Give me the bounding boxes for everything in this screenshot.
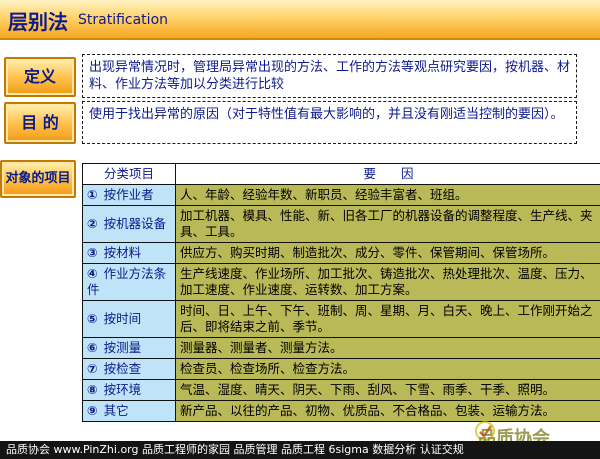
- category-cell: ① 按作业者: [82, 184, 176, 206]
- table-row: ④ 作业方法条件 生产线速度、作业场所、加工批次、铸造批次、热处理批次、温度、压力、…: [82, 263, 600, 301]
- objective-text: 使用于找出异常的原因（对于特性值有最大影响的，并且没有刚适当控制的要因）。: [82, 101, 577, 144]
- header-factor: 要 因: [175, 163, 600, 185]
- footer-bar[interactable]: 品质协会 www.PinZhi.org 品质工程师的家园 品质管理 品质工程 6…: [0, 441, 600, 459]
- table-row: ⑤ 按时间 时间、日、上午、下午、班制、周、星期、月、白天、晚上、工作刚开始之后、即…: [82, 300, 600, 338]
- page-title: 层别法: [8, 10, 68, 34]
- category-number: ③: [87, 245, 98, 260]
- category-number: ④: [87, 266, 98, 281]
- category-number: ⑤: [87, 311, 98, 326]
- factor-cell: 生产线速度、作业场所、加工批次、铸造批次、热处理批次、温度、压力、加工速度、作业…: [175, 263, 600, 301]
- category-number: ⑨: [87, 403, 98, 418]
- factor-cell: 新产品、以往的产品、初物、优质品、不合格品、包装、运输方法。: [175, 400, 600, 422]
- category-label: 按检查: [103, 361, 142, 376]
- factor-table: 分类项目 要 因 ① 按作业者 人、年龄、经验年数、新职员、经验丰富者、班组。 ② 按机…: [82, 163, 600, 422]
- category-label: 按机器设备: [103, 216, 167, 231]
- objective-button[interactable]: 目 的: [4, 102, 76, 144]
- category-cell: ② 按机器设备: [82, 205, 176, 243]
- category-label: 按测量: [103, 340, 142, 355]
- definition-text: 出现异常情况时，管理局异常出现的方法、工作的方法等观点研究要因，按机器、材料、作…: [82, 54, 577, 98]
- factor-cell: 气温、湿度、晴天、阴天、下雨、刮风、下雪、雨季、干季、照明。: [175, 379, 600, 401]
- factor-cell: 检查员、检查场所、检查方法。: [175, 358, 600, 380]
- table-row: ② 按机器设备 加工机器、模具、性能、新、旧各工厂的机器设备的调整程度、生产线、夹具…: [82, 205, 600, 243]
- category-cell: ⑦ 按检查: [82, 358, 176, 380]
- category-label: 按时间: [103, 311, 142, 326]
- table-row: ⑥ 按测量 测量器、测量者、测量方法。: [82, 337, 600, 359]
- category-number: ②: [87, 216, 98, 231]
- table-row: ⑨ 其它 新产品、以往的产品、初物、优质品、不合格品、包装、运输方法。: [82, 400, 600, 422]
- table-row: ⑦ 按检查 检查员、检查场所、检查方法。: [82, 358, 600, 380]
- category-number: ⑧: [87, 382, 98, 397]
- header-category: 分类项目: [82, 163, 176, 185]
- factor-cell: 加工机器、模具、性能、新、旧各工厂的机器设备的调整程度、生产线、夹具、工具。: [175, 205, 600, 243]
- target-items-button[interactable]: 对象的项目: [0, 160, 76, 198]
- category-cell: ⑧ 按环境: [82, 379, 176, 401]
- table-row: ③ 按材料 供应方、购买时期、制造批次、成分、零件、保管期间、保管场所。: [82, 242, 600, 264]
- category-cell: ③ 按材料: [82, 242, 176, 264]
- category-cell: ⑨ 其它: [82, 400, 176, 422]
- table-row: ⑧ 按环境 气温、湿度、晴天、阴天、下雨、刮风、下雪、雨季、干季、照明。: [82, 379, 600, 401]
- page-subtitle: Stratification: [78, 12, 169, 28]
- category-label: 其它: [103, 403, 129, 418]
- category-cell: ④ 作业方法条件: [82, 263, 176, 301]
- category-number: ①: [87, 187, 98, 202]
- factor-cell: 人、年龄、经验年数、新职员、经验丰富者、班组。: [175, 184, 600, 206]
- category-number: ⑦: [87, 361, 98, 376]
- factor-cell: 时间、日、上午、下午、班制、周、星期、月、白天、晚上、工作刚开始之后、即将结束之…: [175, 300, 600, 338]
- category-number: ⑥: [87, 340, 98, 355]
- factor-cell: 供应方、购买时期、制造批次、成分、零件、保管期间、保管场所。: [175, 242, 600, 264]
- category-label: 按环境: [103, 382, 142, 397]
- category-label: 按作业者: [103, 187, 154, 202]
- table-row: ① 按作业者 人、年龄、经验年数、新职员、经验丰富者、班组。: [82, 184, 600, 206]
- category-label: 按材料: [103, 245, 142, 260]
- category-cell: ⑤ 按时间: [82, 300, 176, 338]
- table-header-row: 分类项目 要 因: [82, 163, 600, 185]
- factor-cell: 测量器、测量者、测量方法。: [175, 337, 600, 359]
- category-cell: ⑥ 按测量: [82, 337, 176, 359]
- category-label: 作业方法条件: [87, 266, 167, 297]
- table-body: ① 按作业者 人、年龄、经验年数、新职员、经验丰富者、班组。 ② 按机器设备 加工机器、模…: [82, 184, 600, 422]
- definition-button[interactable]: 定义: [4, 57, 76, 97]
- title-bar: 层别法 Stratification: [0, 0, 600, 40]
